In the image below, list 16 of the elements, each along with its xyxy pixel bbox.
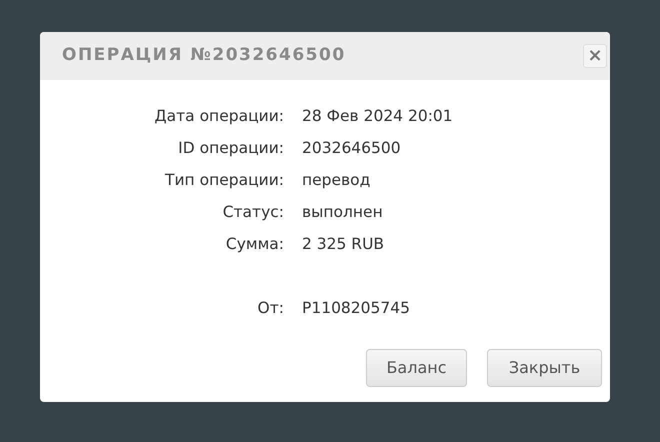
field-label: Тип операции: bbox=[164, 170, 285, 192]
field-value: 2032646500 bbox=[302, 138, 401, 160]
field-value: выполнен bbox=[302, 202, 383, 224]
field-label: Сумма: bbox=[224, 234, 285, 256]
dialog-title: ОПЕРАЦИЯ №2032646500 bbox=[62, 44, 346, 68]
field-label: ID операции: bbox=[177, 138, 285, 160]
field-label: Дата операции: bbox=[154, 106, 285, 128]
field-value: 28 Фев 2024 20:01 bbox=[302, 106, 453, 128]
field-value: 2 325 RUB bbox=[302, 234, 384, 256]
field-value: P1108205745 bbox=[302, 298, 410, 320]
close-dialog-button[interactable]: Закрыть bbox=[487, 349, 602, 387]
field-value: перевод bbox=[302, 170, 370, 192]
close-button[interactable]: × bbox=[583, 44, 607, 68]
field-label: От: bbox=[256, 298, 285, 320]
balance-button[interactable]: Баланс bbox=[366, 349, 467, 387]
field-label: Статус: bbox=[222, 202, 285, 224]
